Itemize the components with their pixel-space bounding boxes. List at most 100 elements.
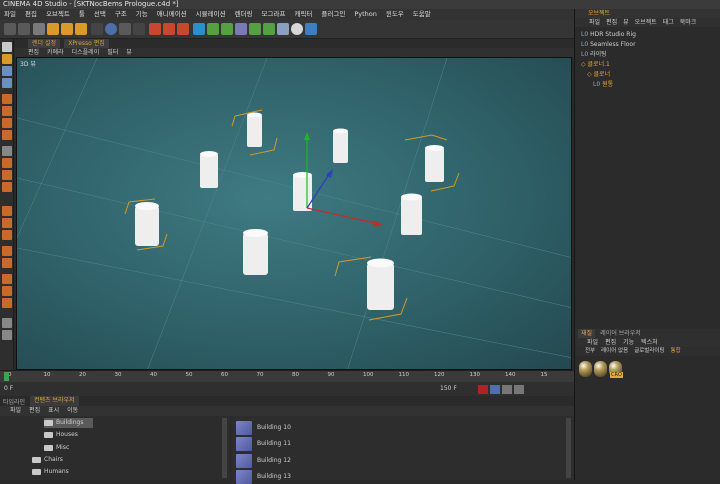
spline-icon[interactable] [207, 23, 219, 35]
make-editable-icon[interactable] [2, 42, 12, 52]
object-row[interactable]: ◇ 클로너 [575, 70, 720, 79]
cylinder[interactable] [401, 193, 422, 236]
menu-item[interactable]: 툴 [79, 9, 85, 20]
render-view-icon[interactable] [149, 23, 161, 35]
menu-item[interactable]: 모그라프 [262, 9, 286, 20]
scene-icon[interactable] [263, 23, 275, 35]
camera-icon[interactable] [277, 23, 289, 35]
content-menu-go[interactable]: 이동 [67, 406, 78, 416]
cylinder[interactable] [243, 229, 268, 275]
play-icon[interactable] [490, 385, 500, 394]
menu-item[interactable]: Python [354, 9, 377, 20]
material-menu-file[interactable]: 파일 [587, 338, 598, 347]
cylinder[interactable] [200, 151, 218, 188]
cylinder[interactable] [333, 128, 348, 164]
viewport-menu-edit[interactable]: 편집 [28, 48, 39, 57]
hair-icon[interactable] [2, 298, 12, 308]
filter-combined[interactable]: 통합 [671, 347, 681, 356]
viewport-menu-display[interactable]: 디스플레이 [72, 48, 100, 57]
material-menu-function[interactable]: 기능 [623, 338, 634, 347]
object-row[interactable]: L0 원통 [575, 80, 720, 89]
enable-axis-icon[interactable] [2, 246, 12, 256]
tree-item-misc[interactable]: Misc [44, 443, 69, 453]
z-axis-icon[interactable] [119, 23, 131, 35]
render-picture-viewer-icon[interactable] [163, 23, 175, 35]
viewport-menu-camera[interactable]: 카메라 [47, 48, 64, 57]
paint-icon[interactable] [2, 274, 12, 284]
material-menu-edit[interactable]: 편집 [605, 338, 616, 347]
redo-icon[interactable] [18, 23, 30, 35]
bp-icon[interactable] [2, 286, 12, 296]
xpresso-icon[interactable] [305, 23, 317, 35]
planar-workplane-icon[interactable] [2, 218, 12, 228]
object-menu-bookmarks[interactable]: 북마크 [680, 18, 697, 27]
menu-item[interactable]: 편집 [25, 9, 37, 20]
object-row[interactable]: L0 Seamless Floor [575, 40, 720, 49]
content-menu-view[interactable]: 표시 [48, 406, 59, 416]
menu-item[interactable]: 구조 [115, 9, 127, 20]
timeline-ruler[interactable]: 0 10 20 30 40 50 60 70 80 90 100 110 120 130 140 15 [0, 370, 574, 382]
edges-mode-icon[interactable] [2, 106, 12, 116]
array-icon[interactable] [235, 23, 247, 35]
viewport-menu-view[interactable]: 뷰 [126, 48, 132, 57]
points-mode-icon[interactable] [2, 94, 12, 104]
menu-item[interactable]: 파일 [4, 9, 16, 20]
render-settings-icon[interactable] [177, 23, 189, 35]
menu-item[interactable]: 플러그인 [321, 9, 345, 20]
content-menu-edit[interactable]: 편집 [29, 406, 40, 416]
viewport-menu-filter[interactable]: 필터 [107, 48, 118, 57]
menu-item[interactable]: 시뮬레이션 [196, 9, 226, 20]
magnet-icon[interactable] [2, 330, 12, 340]
object-menu-file[interactable]: 파일 [589, 18, 600, 27]
filter-no-layer[interactable]: 레이어 없음 [601, 347, 628, 356]
3d-viewport[interactable]: 3D 뷰 [16, 57, 572, 370]
sculpt-icon[interactable] [2, 170, 12, 180]
snap-icon[interactable] [2, 158, 12, 168]
material-swatch[interactable] [594, 361, 607, 377]
content-menu-file[interactable]: 파일 [10, 406, 21, 416]
axis-mode-icon[interactable] [2, 130, 12, 140]
frame-field[interactable]: 0 F [4, 385, 13, 392]
tree-item-humans[interactable]: Humans [32, 467, 69, 477]
cylinder[interactable] [124, 198, 168, 251]
list-item[interactable]: Building 10 [236, 420, 291, 435]
material-swatch[interactable] [579, 361, 592, 377]
cylinder[interactable] [404, 134, 460, 192]
tweak-icon[interactable] [2, 146, 12, 156]
cube-icon[interactable] [193, 23, 205, 35]
filter-all[interactable]: 전부 [585, 347, 595, 356]
tab-render-settings[interactable]: 렌더 설정 [28, 39, 60, 48]
move-tool-icon[interactable] [47, 23, 59, 35]
coord-system-icon[interactable] [133, 23, 145, 35]
knife-icon[interactable] [2, 318, 12, 328]
solo-icon[interactable] [2, 182, 12, 192]
object-menu-view[interactable]: 뷰 [623, 18, 629, 27]
menu-item[interactable]: 도움말 [413, 9, 431, 20]
tree-scrollbar[interactable] [222, 418, 227, 478]
viewport-solo-icon[interactable] [2, 258, 12, 268]
object-row[interactable]: L0 라이팅 [575, 50, 720, 59]
object-menu-object[interactable]: 오브젝트 [635, 18, 657, 27]
tab-materials[interactable]: 재질 [578, 329, 596, 338]
tree-item-buildings[interactable]: Buildings [44, 418, 94, 428]
menu-item[interactable]: 렌더링 [235, 9, 253, 20]
timeline-playhead[interactable] [4, 372, 9, 381]
list-item[interactable]: Building 12 [236, 453, 291, 468]
asset-scrollbar[interactable] [566, 418, 571, 478]
list-item[interactable]: Building 13 [236, 469, 291, 484]
record-icon[interactable] [478, 385, 488, 394]
tree-item-chairs[interactable]: Chairs [32, 455, 63, 465]
live-select-icon[interactable] [33, 23, 45, 35]
object-menu-tags[interactable]: 태그 [663, 18, 674, 27]
menu-item[interactable]: 윈도우 [386, 9, 404, 20]
material-menu-texture[interactable]: 텍스처 [641, 338, 658, 347]
texture-mode-icon[interactable] [2, 66, 12, 76]
rotate-tool-icon[interactable] [75, 23, 87, 35]
y-axis-icon[interactable] [105, 23, 117, 35]
scale-tool-icon[interactable] [61, 23, 73, 35]
tree-item-houses[interactable]: Houses [44, 430, 78, 440]
xray-icon[interactable] [2, 230, 12, 240]
end-frame-field[interactable]: 150 F [440, 385, 457, 392]
undo-icon[interactable] [4, 23, 16, 35]
polygons-mode-icon[interactable] [2, 118, 12, 128]
